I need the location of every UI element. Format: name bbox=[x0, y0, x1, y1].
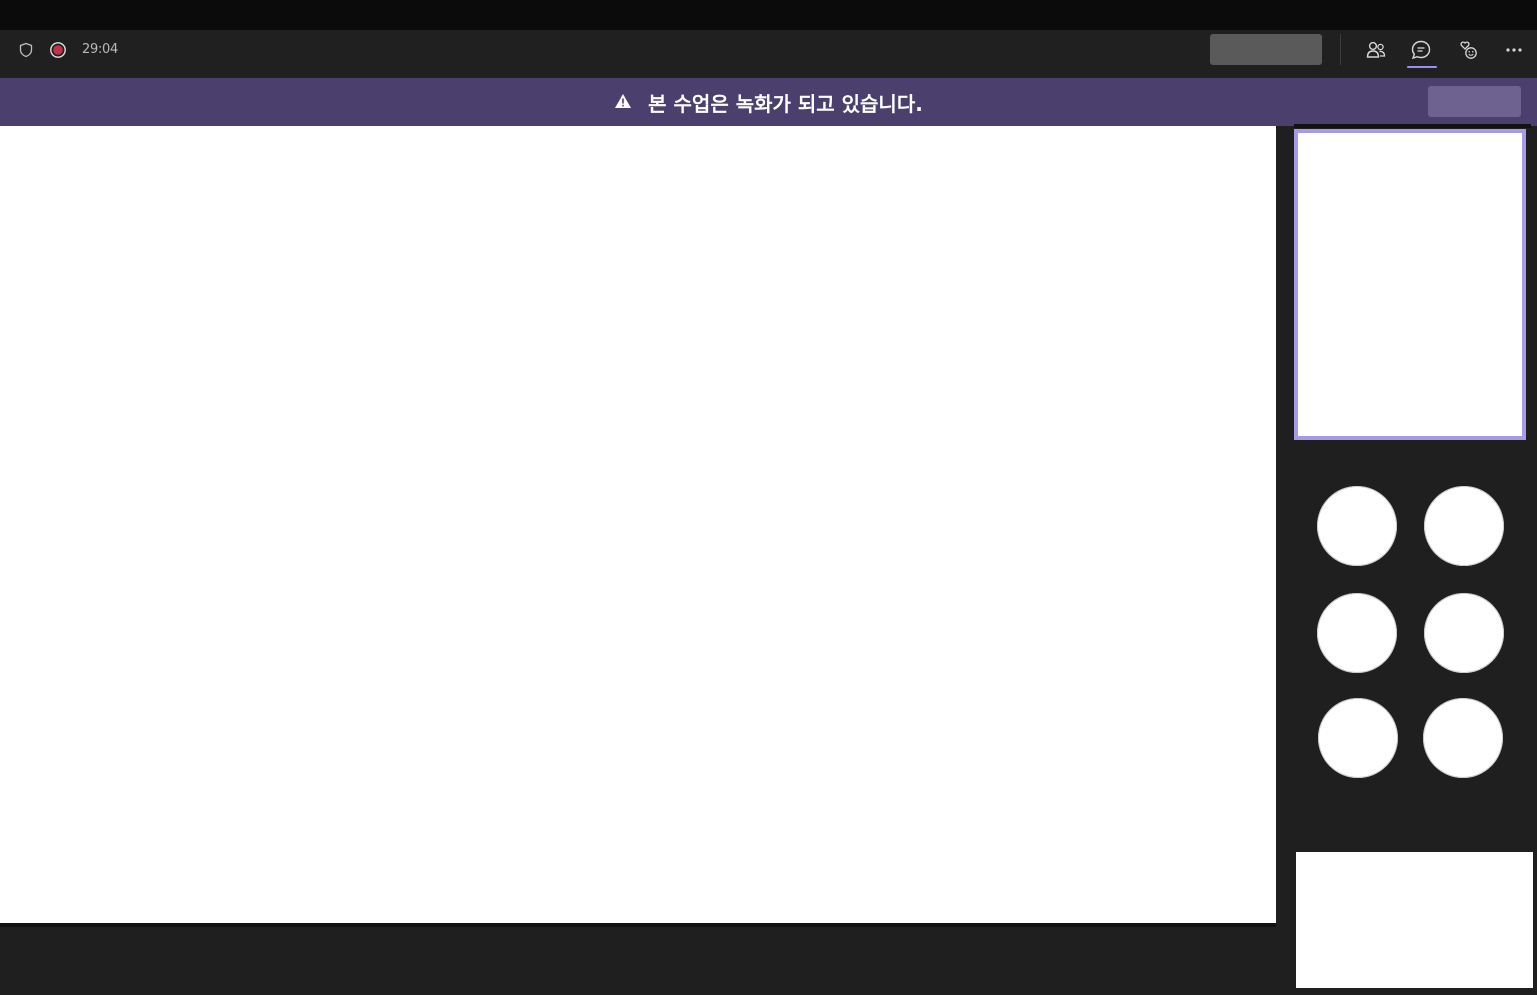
banner-message: 본 수업은 녹화가 되고 있습니다. bbox=[648, 91, 923, 116]
stage-divider bbox=[0, 923, 1276, 927]
more-options-icon[interactable] bbox=[1502, 38, 1526, 62]
chat-active-indicator bbox=[1407, 66, 1437, 68]
meeting-toolbar: 29:04 bbox=[0, 30, 1537, 78]
gallery-top-divider bbox=[1294, 124, 1531, 128]
warning-icon bbox=[614, 92, 632, 110]
participant-avatar[interactable] bbox=[1423, 698, 1503, 778]
reactions-icon[interactable] bbox=[1456, 38, 1480, 62]
active-speaker-tile[interactable] bbox=[1294, 129, 1526, 440]
recording-notice-banner: 본 수업은 녹화가 되고 있습니다. bbox=[0, 78, 1537, 126]
toolbar-divider bbox=[1340, 34, 1341, 65]
participant-avatar[interactable] bbox=[1317, 486, 1397, 566]
leave-button[interactable] bbox=[1210, 34, 1322, 65]
shared-content-stage bbox=[0, 126, 1276, 923]
people-icon[interactable] bbox=[1364, 38, 1388, 62]
title-bar bbox=[0, 0, 1537, 30]
participant-avatar[interactable] bbox=[1317, 593, 1397, 673]
meeting-timer: 29:04 bbox=[82, 42, 118, 57]
record-icon bbox=[49, 41, 67, 59]
self-video-preview[interactable] bbox=[1296, 852, 1533, 988]
chat-icon[interactable] bbox=[1409, 38, 1433, 62]
participant-avatar[interactable] bbox=[1424, 593, 1504, 673]
participant-avatar[interactable] bbox=[1424, 486, 1504, 566]
participant-avatar[interactable] bbox=[1318, 698, 1398, 778]
meeting-window: 29:04 본 수업은 녹화가 되고 있습니다. bbox=[0, 0, 1537, 995]
banner-dismiss-button[interactable] bbox=[1428, 86, 1521, 117]
shield-icon[interactable] bbox=[17, 41, 35, 59]
